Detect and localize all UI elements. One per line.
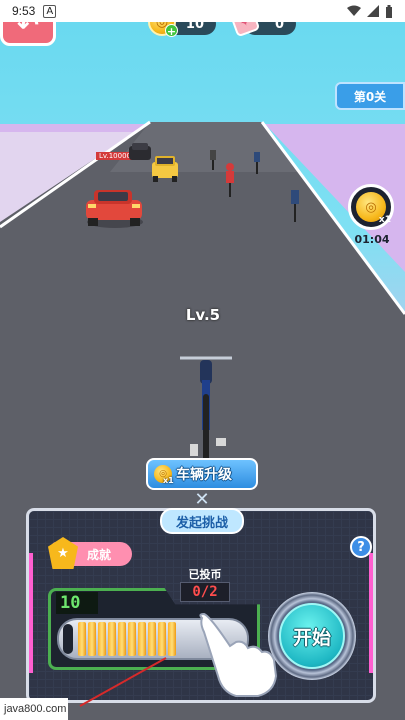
achievement-label: 成就 <box>86 547 111 562</box>
help-button[interactable]: ? <box>350 536 372 558</box>
notification-badge: A <box>43 4 57 18</box>
opponent-rider <box>254 152 260 174</box>
opponent-rider <box>210 150 216 170</box>
watermark: java800.com <box>0 698 68 720</box>
coin-icon: ◎ x1 <box>154 465 174 485</box>
power-bar-cell <box>78 622 86 656</box>
coin-boost-button[interactable]: ◎ x1 <box>348 184 394 230</box>
vehicle-upgrade-button[interactable]: ◎ x1 车辆升级 <box>146 458 258 490</box>
upgrade-multiplier: x1 <box>163 476 174 485</box>
coin-inserted-label: 已投币 <box>188 568 222 581</box>
opponent-rider <box>291 190 299 222</box>
guide-line <box>79 657 167 707</box>
status-icons <box>347 4 393 18</box>
power-bar-cell <box>138 622 146 656</box>
panel-edge-light <box>29 553 33 673</box>
start-button-face: 开始 <box>279 603 345 669</box>
yellow-car <box>152 156 178 182</box>
battery-icon <box>386 4 392 18</box>
power-bar-cell <box>168 622 176 656</box>
status-bar: 9:53 A <box>0 0 405 22</box>
power-bar-cell <box>128 622 136 656</box>
power-bar-cell <box>148 622 156 656</box>
rider-level-label: Lv.5 <box>185 306 221 324</box>
tap-hint-hand-icon <box>199 612 278 697</box>
challenge-banner[interactable]: 发起挑战 <box>160 508 244 534</box>
power-bar-cell <box>88 622 96 656</box>
wifi-icon <box>347 5 361 16</box>
start-label: 开始 <box>292 626 331 649</box>
start-button[interactable]: 开始 <box>268 592 356 680</box>
add-coin-button[interactable]: + <box>165 24 178 38</box>
red-car <box>86 190 142 226</box>
coin-inserted-value: 0/2 <box>180 582 230 602</box>
status-time: 9:53 <box>12 4 36 18</box>
black-car <box>129 143 151 160</box>
signal-icon <box>367 5 379 17</box>
vehicle-upgrade-label: 车辆升级 <box>176 467 232 483</box>
power-bar-cell <box>108 622 116 656</box>
level-indicator: 第0关 <box>335 82 405 110</box>
boost-multiplier: x1 <box>378 215 391 225</box>
panel-edge-light <box>369 553 373 673</box>
power-bar-cell <box>98 622 106 656</box>
power-bar-cap <box>63 624 73 654</box>
power-bar-fill <box>78 622 176 656</box>
power-digit-display: 10 <box>56 592 98 614</box>
opponent-rider <box>226 163 234 197</box>
boost-timer: 01:04 <box>354 233 390 246</box>
power-bar-cell <box>118 622 126 656</box>
power-bar-cell <box>158 622 166 656</box>
